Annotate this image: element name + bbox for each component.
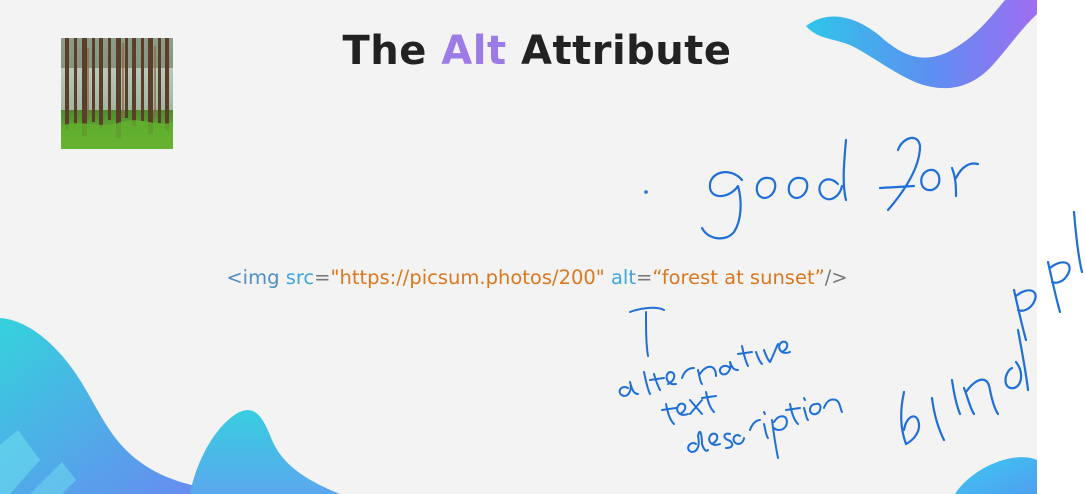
handwriting-annotations xyxy=(618,136,1084,459)
ink-blind-ppl xyxy=(900,210,1084,446)
ink-good-for xyxy=(644,136,980,240)
ink-alt-note xyxy=(618,306,843,459)
